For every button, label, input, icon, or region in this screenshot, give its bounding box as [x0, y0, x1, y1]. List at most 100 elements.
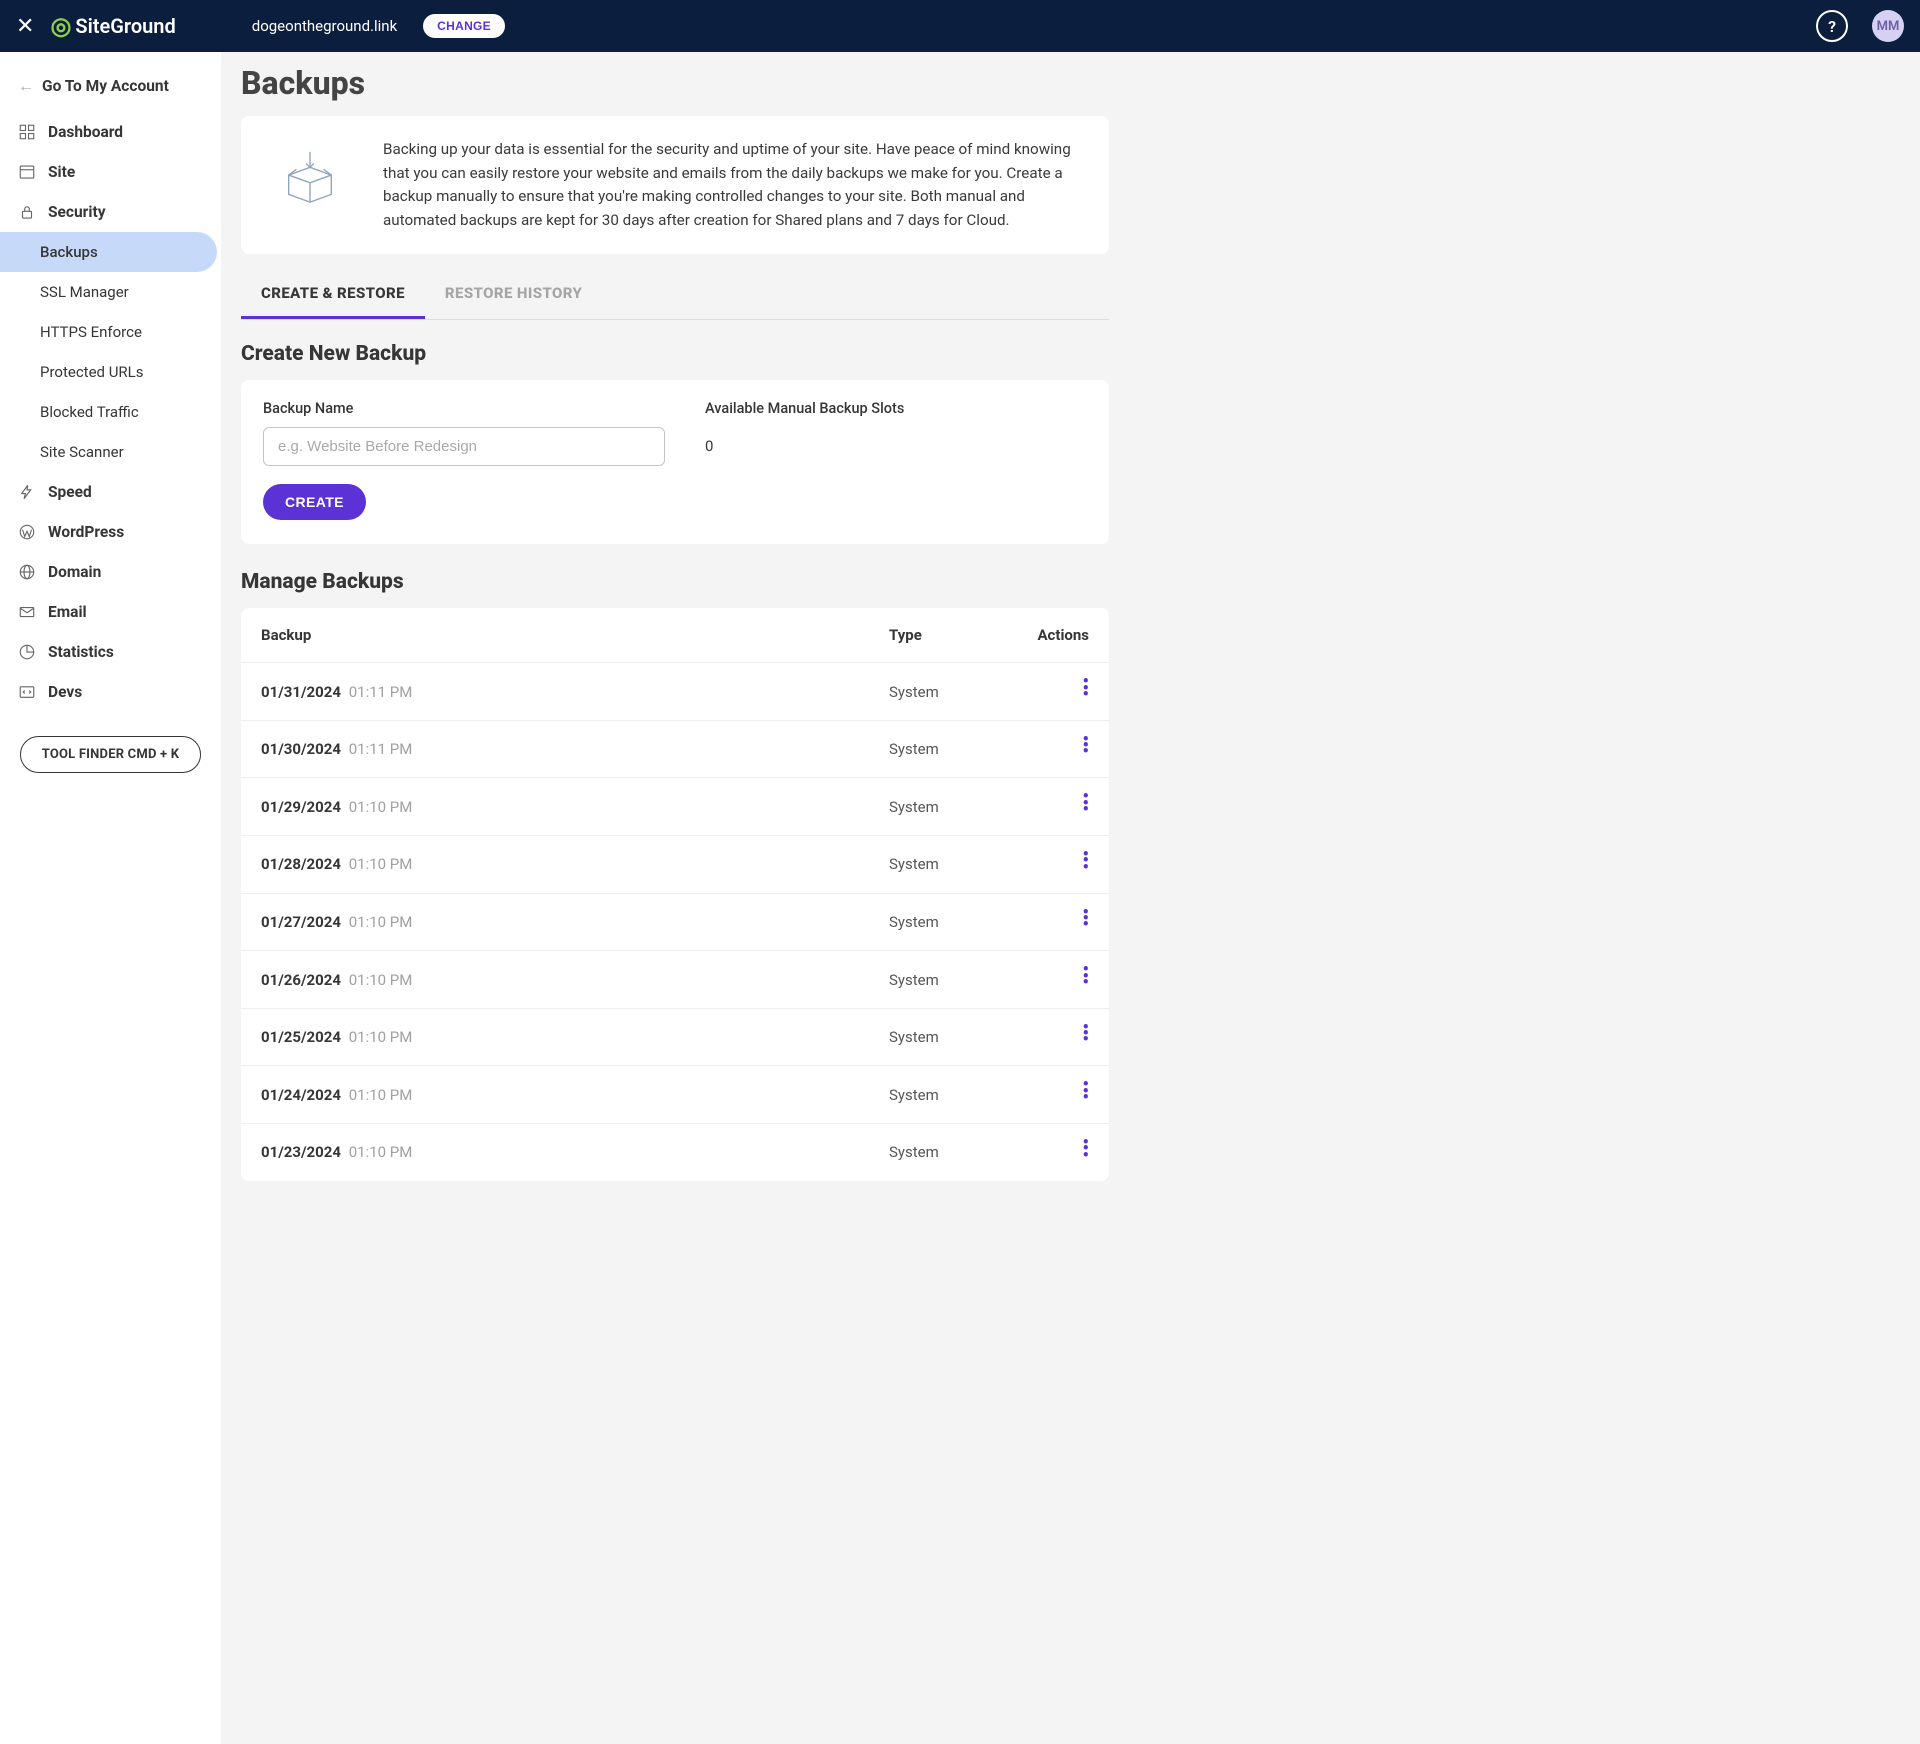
backup-actions: •••	[999, 679, 1089, 704]
tab-restore-history[interactable]: RESTORE HISTORY	[425, 272, 602, 319]
sidebar-item-dashboard[interactable]: Dashboard	[0, 112, 221, 152]
backup-type: System	[889, 1143, 999, 1161]
backup-type: System	[889, 971, 999, 989]
sidebar-item-devs[interactable]: Devs	[0, 672, 221, 712]
backup-actions: •••	[999, 1082, 1089, 1107]
logo[interactable]: ◎ SiteGround	[50, 12, 175, 40]
backup-actions: •••	[999, 737, 1089, 762]
backup-date: 01/24/2024	[261, 1086, 341, 1104]
col-backup: Backup	[261, 626, 889, 644]
backup-actions: •••	[999, 794, 1089, 819]
sidebar-item-email[interactable]: Email	[0, 592, 221, 632]
sidebar-item-label: Statistics	[48, 643, 114, 661]
tool-finder-button[interactable]: TOOL FINDER CMD + K	[20, 736, 201, 773]
backup-time: 01:10 PM	[345, 1086, 412, 1104]
sidebar-item-domain[interactable]: Domain	[0, 552, 221, 592]
backup-actions: •••	[999, 1025, 1089, 1050]
security-icon	[18, 203, 36, 221]
backup-actions: •••	[999, 1140, 1089, 1165]
sidebar: ← Go To My Account Dashboard Site Security…	[0, 52, 221, 1744]
sidebar-item-speed[interactable]: Speed	[0, 472, 221, 512]
sidebar-item-label: Domain	[48, 563, 101, 581]
backup-actions: •••	[999, 910, 1089, 935]
subnav-item-https-enforce[interactable]: HTTPS Enforce	[0, 312, 221, 352]
create-backup-card: Backup Name Available Manual Backup Slot…	[241, 380, 1109, 544]
backup-cell: 01/24/2024 01:10 PM	[261, 1086, 889, 1104]
backup-date: 01/27/2024	[261, 913, 341, 931]
backup-date: 01/25/2024	[261, 1028, 341, 1046]
logo-swirl-icon: ◎	[50, 12, 71, 40]
subnav-item-protected-urls[interactable]: Protected URLs	[0, 352, 221, 392]
back-to-account-link[interactable]: ← Go To My Account	[0, 64, 221, 112]
table-row: 01/28/2024 01:10 PMSystem•••	[241, 836, 1109, 894]
sidebar-item-label: Devs	[48, 683, 82, 701]
create-section-title: Create New Backup	[241, 342, 1109, 366]
backup-type: System	[889, 913, 999, 931]
subnav-item-ssl-manager[interactable]: SSL Manager	[0, 272, 221, 312]
backup-type: System	[889, 798, 999, 816]
table-row: 01/31/2024 01:11 PMSystem •••	[241, 663, 1109, 721]
site-icon	[18, 163, 36, 181]
backup-cell: 01/31/2024 01:11 PM	[261, 683, 889, 701]
table-row: 01/27/2024 01:10 PMSystem•••	[241, 894, 1109, 952]
help-icon[interactable]: ?	[1816, 10, 1848, 42]
table-row: 01/30/2024 01:11 PMSystem•••	[241, 721, 1109, 779]
backup-time: 01:10 PM	[345, 971, 412, 989]
backup-name-input[interactable]	[263, 427, 665, 466]
backup-type: System	[889, 1028, 999, 1046]
sidebar-item-statistics[interactable]: Statistics	[0, 632, 221, 672]
backup-actions: •••	[999, 852, 1089, 877]
sidebar-item-label: Site	[48, 163, 75, 181]
sidebar-item-label: Dashboard	[48, 123, 123, 141]
table-row: 01/26/2024 01:10 PM System •••	[241, 951, 1109, 1009]
sidebar-item-label: Security	[48, 203, 106, 221]
backup-type: System	[889, 683, 999, 701]
actions-menu-icon[interactable]: •••	[1083, 967, 1089, 986]
actions-menu-icon[interactable]: •••	[1083, 1025, 1089, 1044]
back-label: Go To My Account	[42, 77, 169, 95]
backup-type: System	[889, 1086, 999, 1104]
col-actions: Actions	[999, 626, 1089, 644]
manage-section-title: Manage Backups	[241, 570, 1109, 594]
intro-text: Backing up your data is essential for th…	[383, 138, 1085, 232]
slots-label: Available Manual Backup Slots	[705, 400, 1087, 417]
speed-icon	[18, 483, 36, 501]
sidebar-item-wordpress[interactable]: WordPress	[0, 512, 221, 552]
logo-text: SiteGround	[75, 14, 175, 38]
backup-time: 01:10 PM	[345, 798, 412, 816]
subnav-item-site-scanner[interactable]: Site Scanner	[0, 432, 221, 472]
topbar: ✕ ◎ SiteGround dogeontheground.link CHAN…	[0, 0, 1920, 52]
backup-actions: •••	[999, 967, 1089, 992]
backup-date: 01/30/2024	[261, 740, 341, 758]
subnav-item-blocked-traffic[interactable]: Blocked Traffic	[0, 392, 221, 432]
backup-time: 01:10 PM	[345, 1028, 412, 1046]
actions-menu-icon[interactable]: •••	[1083, 679, 1089, 698]
actions-menu-icon[interactable]: •••	[1083, 852, 1089, 871]
backup-cell: 01/29/2024 01:10 PM	[261, 798, 889, 816]
change-site-button[interactable]: CHANGE	[423, 14, 505, 38]
email-icon	[18, 603, 36, 621]
avatar[interactable]: MM	[1872, 10, 1904, 42]
create-button[interactable]: CREATE	[263, 484, 366, 520]
backup-box-icon	[265, 138, 355, 208]
actions-menu-icon[interactable]: •••	[1083, 794, 1089, 813]
backup-date: 01/26/2024	[261, 971, 341, 989]
backup-time: 01:10 PM	[345, 855, 412, 873]
close-icon[interactable]: ✕	[16, 14, 34, 39]
backup-time: 01:11 PM	[345, 683, 412, 701]
backup-type: System	[889, 855, 999, 873]
sidebar-item-site[interactable]: Site	[0, 152, 221, 192]
sidebar-item-security[interactable]: Security	[0, 192, 221, 232]
actions-menu-icon[interactable]: •••	[1083, 737, 1089, 756]
actions-menu-icon[interactable]: •••	[1083, 1140, 1089, 1159]
sidebar-item-label: Email	[48, 603, 87, 621]
actions-menu-icon[interactable]: •••	[1083, 1082, 1089, 1101]
backup-cell: 01/25/2024 01:10 PM	[261, 1028, 889, 1046]
tab-create-restore[interactable]: CREATE & RESTORE	[241, 272, 425, 319]
statistics-icon	[18, 643, 36, 661]
actions-menu-icon[interactable]: •••	[1083, 910, 1089, 929]
main-content: Backups Backing up your data is essentia…	[221, 52, 1129, 1744]
backup-cell: 01/30/2024 01:11 PM	[261, 740, 889, 758]
subnav-item-backups[interactable]: Backups	[0, 232, 217, 272]
sidebar-item-label: Speed	[48, 483, 92, 501]
